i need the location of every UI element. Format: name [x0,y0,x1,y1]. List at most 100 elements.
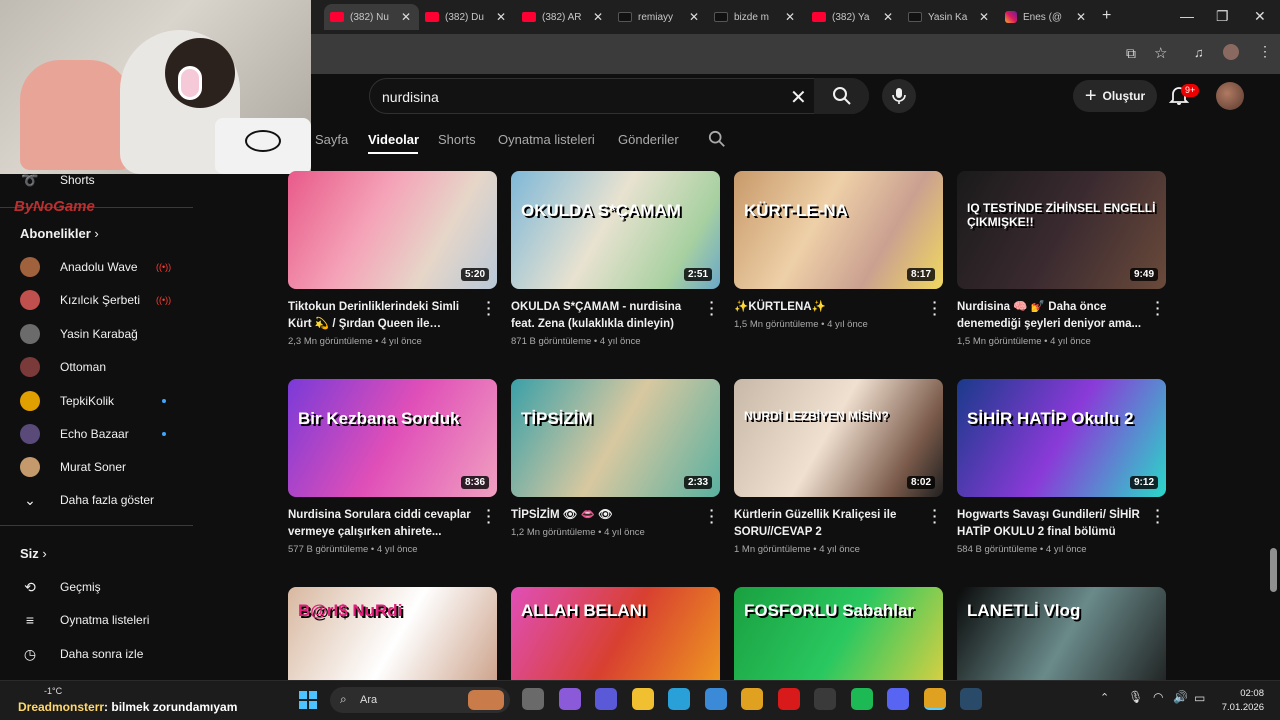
video-card[interactable]: SİHİR HATİP Okulu 2 9:12 Hogwarts Savaşı G… [957,379,1166,555]
video-thumbnail[interactable]: 5:20 [288,171,497,289]
browser-menu-icon[interactable]: ⋮ [1258,43,1272,60]
tab-shorts[interactable]: Shorts [438,132,476,147]
browser-tab[interactable]: bizde m ✕ [708,4,803,30]
browser-tab[interactable]: (382) Du ✕ [419,4,514,30]
discord-icon[interactable] [887,688,909,710]
sidebar-item-subscription[interactable]: Echo Bazaar [0,419,193,449]
more-options-icon[interactable]: · · · [483,295,495,321]
spotify-icon[interactable] [850,688,873,710]
subscriptions-heading[interactable]: Abonelikler › [20,226,99,241]
close-tab-icon[interactable]: ✕ [979,10,989,24]
copilot-icon[interactable] [558,688,581,710]
sidebar-item-subscription[interactable]: Kızılcık Şerbeti ((•)) [0,285,193,315]
video-title[interactable]: Tiktokun Derinliklerindeki Simli Kürt 💫 … [288,299,478,333]
profile-avatar-icon[interactable] [1223,44,1239,60]
sidebar-item-subscription[interactable]: TepkiKolik [0,386,193,416]
video-card[interactable]: OKULDA S*ÇAMAM 2:51 OKULDA S*ÇAMAM - nurdi… [511,171,720,347]
tab-home[interactable]: Sayfa [315,132,348,147]
browser-tab[interactable]: Enes (@ ✕ [999,4,1094,30]
video-card[interactable]: TİPSİZİM 2:33 TİPSİZİM 👁 👄 👁 1,2 Mn görüntü… [511,379,720,538]
browser-tab[interactable]: (382) AR ✕ [516,4,611,30]
close-tab-icon[interactable]: ✕ [883,10,893,24]
install-app-icon[interactable]: ⧉ [1126,45,1136,62]
close-tab-icon[interactable]: ✕ [401,10,411,24]
close-window-icon[interactable]: ✕ [1254,8,1266,25]
close-tab-icon[interactable]: ✕ [1076,10,1086,24]
sidebar-item-subscription[interactable]: Anadolu Wave ((•)) [0,252,193,282]
video-title[interactable]: Nurdisina 🧠 💅 Daha önce denemediği şeyle… [957,299,1147,333]
video-card[interactable]: IQ TESTİNDE ZİHİNSEL ENGELLİ ÇIKMIŞKE!! 9… [957,171,1166,347]
file-explorer-icon[interactable] [631,688,654,710]
sidebar-item-playlists[interactable]: ≡ Oynatma listeleri [0,605,193,635]
task-view-icon[interactable] [522,688,544,710]
battery-icon[interactable]: ▭ [1194,691,1205,705]
video-card[interactable]: 5:20 Tiktokun Derinliklerindeki Simli Kür… [288,171,497,347]
video-card[interactable]: KÜRT-LE-NA 8:17 ✨KÜRTLENA✨ 1,5 Mn görüntüle… [734,171,943,330]
sidebar-item-watch-later[interactable]: ◷ Daha sonra izle [0,639,193,669]
browser-tab[interactable]: (382) Ya ✕ [806,4,901,30]
store-icon[interactable] [704,688,727,710]
create-button[interactable]: + Oluştur [1073,80,1157,112]
video-thumbnail[interactable]: TİPSİZİM 2:33 [511,379,720,497]
close-tab-icon[interactable]: ✕ [593,10,603,24]
edge-icon[interactable] [668,688,690,710]
microphone-icon[interactable]: 🎙 [1128,690,1143,704]
chrome-profile-icon[interactable] [923,688,946,710]
more-options-icon[interactable]: · · · [706,295,718,321]
netflix-icon[interactable] [777,688,800,710]
clear-search-icon[interactable]: ✕ [790,85,807,110]
video-title[interactable]: OKULDA S*ÇAMAM - nurdisina feat. Zena (k… [511,299,701,333]
wifi-icon[interactable]: ◠ [1153,690,1163,704]
browser-tab[interactable]: Yasin Ka ✕ [902,4,997,30]
account-avatar[interactable] [1216,82,1244,110]
you-heading[interactable]: Siz › [20,546,47,561]
video-thumbnail[interactable]: KÜRT-LE-NA 8:17 [734,171,943,289]
close-tab-icon[interactable]: ✕ [785,10,795,24]
more-options-icon[interactable]: · · · [929,503,941,529]
media-control-icon[interactable]: ♫ [1194,45,1204,60]
video-title[interactable]: ✨KÜRTLENA✨ [734,299,924,316]
new-tab-button[interactable]: + [1102,7,1111,25]
video-title[interactable]: TİPSİZİM 👁 👄 👁 [511,507,701,524]
minimize-icon[interactable]: — [1180,8,1194,24]
video-thumbnail[interactable]: IQ TESTİNDE ZİHİNSEL ENGELLİ ÇIKMIŞKE!! 9… [957,171,1166,289]
more-options-icon[interactable]: · · · [483,503,495,529]
tab-videos[interactable]: Videolar [368,132,419,147]
steam-icon[interactable] [960,688,982,710]
sidebar-item-shorts[interactable]: ➰ Shorts [0,165,193,195]
search-button[interactable] [814,78,869,114]
close-tab-icon[interactable]: ✕ [689,10,699,24]
search-box[interactable]: ✕ [369,78,869,114]
obs-icon[interactable] [814,688,836,710]
voice-search-button[interactable] [882,79,916,113]
more-options-icon[interactable]: · · · [929,295,941,321]
sidebar-item-subscription[interactable]: Yasin Karabağ [0,319,193,349]
video-thumbnail[interactable]: NURDİ LEZBİYEN MİSİN? 8:02 [734,379,943,497]
browser-tab[interactable]: remiayy ✕ [612,4,707,30]
start-button[interactable] [298,690,318,710]
bookmark-star-icon[interactable]: ☆ [1154,44,1167,62]
chrome-icon[interactable] [741,688,763,710]
video-thumbnail[interactable]: SİHİR HATİP Okulu 2 9:12 [957,379,1166,497]
browser-tab[interactable]: (382) Nu ✕ [324,4,419,30]
close-tab-icon[interactable]: ✕ [496,10,506,24]
tab-posts[interactable]: Gönderiler [618,132,679,147]
taskbar-clock[interactable]: 02:08 7.01.2026 [1218,687,1264,715]
sidebar-item-subscription[interactable]: Murat Soner [0,452,193,482]
video-title[interactable]: Kürtlerin Güzellik Kraliçesi ile SORU//C… [734,507,924,541]
volume-icon[interactable]: 🔊 [1173,690,1188,704]
video-title[interactable]: Hogwarts Savaşı Gundileri/ SİHİR HATİP O… [957,507,1147,541]
weather-widget[interactable]: -1°C [44,686,62,696]
more-options-icon[interactable]: · · · [706,503,718,529]
video-title[interactable]: Nurdisina Sorulara ciddi cevaplar vermey… [288,507,478,541]
more-options-icon[interactable]: · · · [1152,503,1164,529]
teams-icon[interactable] [595,688,617,710]
video-thumbnail[interactable]: Bir Kezbana Sorduk 8:36 [288,379,497,497]
sidebar-item-subscription[interactable]: Ottoman [0,352,193,382]
video-card[interactable]: Bir Kezbana Sorduk 8:36 Nurdisina Sorulara… [288,379,497,555]
channel-search-button[interactable] [708,130,726,153]
video-thumbnail[interactable]: OKULDA S*ÇAMAM 2:51 [511,171,720,289]
tab-playlists[interactable]: Oynatma listeleri [498,132,595,147]
taskbar-search[interactable]: ⌕ Ara [330,687,510,713]
more-options-icon[interactable]: · · · [1152,295,1164,321]
